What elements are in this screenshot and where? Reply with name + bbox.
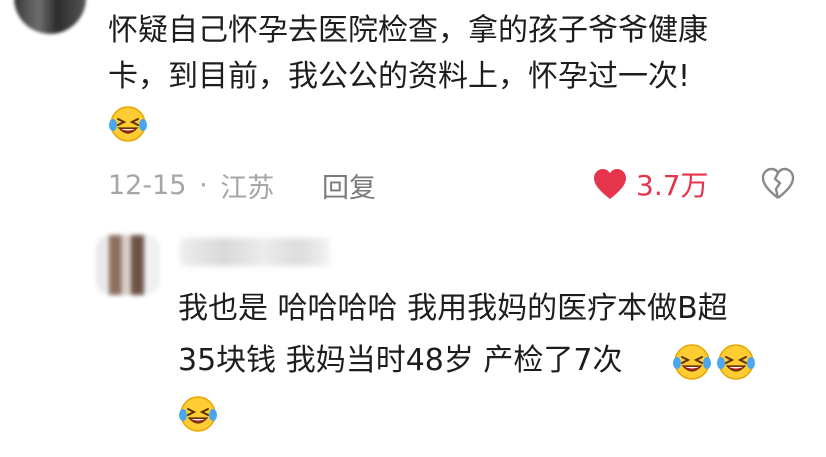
laughing-tears-emoji-icon xyxy=(673,344,711,380)
reply-username-blurred xyxy=(180,238,330,266)
meta-separator: · xyxy=(199,170,208,201)
comment-text-line-2: 卡，到目前，我公公的资料上，怀孕过一次! xyxy=(108,59,691,94)
reply-button[interactable]: 回复 xyxy=(322,166,376,205)
laughing-tears-emoji-icon xyxy=(109,106,147,142)
broken-heart-icon[interactable] xyxy=(760,166,796,202)
like-button[interactable]: 3.7万 xyxy=(592,164,709,204)
comment-text-line-1: 怀疑自己怀孕去医院检查，拿的孩子爷爷健康 xyxy=(108,13,708,48)
comment-meta: 12-15 · 江苏 xyxy=(108,166,274,204)
reply-avatar[interactable] xyxy=(96,235,160,295)
comment-date: 12-15 xyxy=(108,170,187,201)
like-count: 3.7万 xyxy=(636,169,709,202)
commenter-avatar[interactable] xyxy=(14,0,86,34)
reply-text-line-1: 我也是 哈哈哈哈 我用我妈的医疗本做B超 xyxy=(178,291,728,326)
laughing-tears-emoji-icon xyxy=(179,396,217,432)
comment-location: 江苏 xyxy=(220,173,275,204)
laughing-tears-emoji-icon xyxy=(717,344,755,380)
reply-text-line-2: 35块钱 我妈当时48岁 产检了7次 xyxy=(178,343,623,378)
heart-icon xyxy=(594,169,626,199)
